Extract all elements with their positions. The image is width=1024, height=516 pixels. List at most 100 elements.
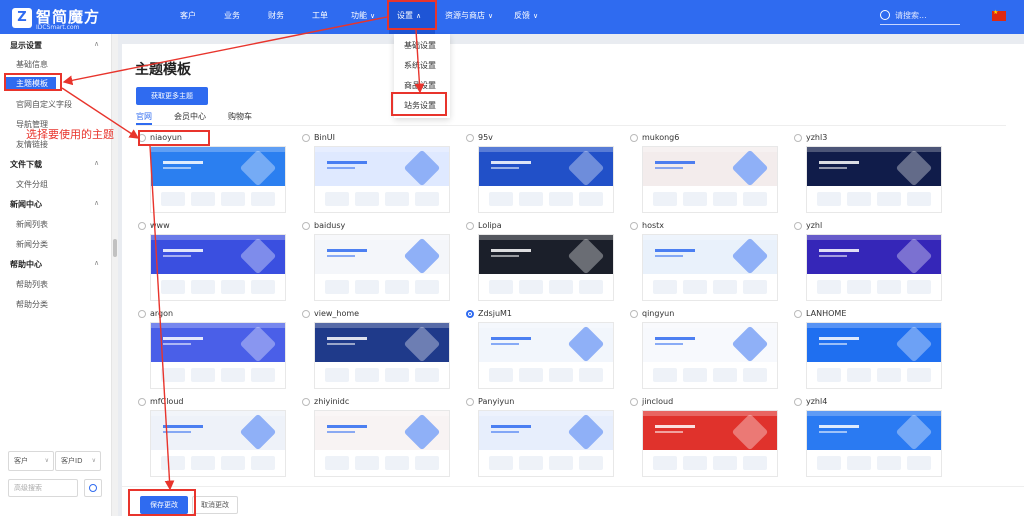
theme-thumbnail[interactable] — [314, 322, 450, 389]
nav-tickets[interactable]: 工单 — [312, 0, 328, 34]
menu-item-product-settings[interactable]: 商品设置 — [404, 80, 436, 91]
china-flag-icon[interactable] — [992, 9, 1006, 21]
theme-radio[interactable] — [794, 222, 802, 230]
theme-card[interactable]: mukong6 — [630, 133, 780, 220]
tab-member-center[interactable]: 会员中心 — [174, 111, 206, 122]
theme-card[interactable]: ZdsjuM1 — [466, 309, 616, 396]
nav-finance[interactable]: 财务 — [268, 0, 284, 34]
advanced-search-button[interactable] — [84, 479, 102, 497]
theme-card[interactable]: mfCloud — [138, 397, 288, 484]
search-input[interactable]: 请搜索... — [880, 9, 960, 25]
logo[interactable]: Z 智简魔方 IDCSmart.com — [12, 4, 112, 32]
theme-thumbnail[interactable] — [314, 410, 450, 477]
theme-thumbnail[interactable] — [642, 234, 778, 301]
theme-radio[interactable] — [466, 398, 474, 406]
theme-thumbnail[interactable] — [806, 146, 942, 213]
search-type-select[interactable]: 客户 ∨ — [8, 451, 54, 471]
sidebar-item-basic-info[interactable]: 基础信息 — [16, 59, 48, 70]
nav-features[interactable]: 功能 ∨ — [351, 0, 375, 34]
theme-card[interactable]: Lolipa — [466, 221, 616, 308]
theme-thumbnail[interactable] — [150, 234, 286, 301]
sidebar-item-custom-fields[interactable]: 官网自定义字段 — [16, 99, 72, 110]
theme-card[interactable]: 95v — [466, 133, 616, 220]
scrollbar-thumb[interactable] — [113, 239, 117, 257]
sidebar-group-news[interactable]: 新闻中心 ∧ — [10, 199, 99, 210]
theme-radio[interactable] — [466, 310, 474, 318]
theme-radio[interactable] — [794, 134, 802, 142]
cancel-changes-button[interactable]: 取消更改 — [192, 496, 238, 514]
theme-radio[interactable] — [794, 310, 802, 318]
nav-business[interactable]: 业务 — [224, 0, 240, 34]
theme-name: BinUI — [314, 133, 335, 142]
theme-thumbnail[interactable] — [478, 234, 614, 301]
theme-radio[interactable] — [466, 134, 474, 142]
theme-radio[interactable] — [630, 398, 638, 406]
theme-thumbnail[interactable] — [642, 146, 778, 213]
theme-card[interactable]: yzhl — [794, 221, 944, 308]
theme-thumbnail[interactable] — [806, 322, 942, 389]
theme-thumbnail[interactable] — [642, 322, 778, 389]
theme-thumbnail[interactable] — [150, 146, 286, 213]
theme-card[interactable]: Panyiyun — [466, 397, 616, 484]
theme-radio[interactable] — [138, 222, 146, 230]
theme-radio[interactable] — [302, 134, 310, 142]
theme-card[interactable]: LANHOME — [794, 309, 944, 396]
chevron-down-icon: ∨ — [533, 12, 539, 20]
theme-card[interactable]: argon — [138, 309, 288, 396]
sidebar-item-help-list[interactable]: 帮助列表 — [16, 279, 48, 290]
theme-radio[interactable] — [794, 398, 802, 406]
theme-radio[interactable] — [302, 222, 310, 230]
sidebar-group-display[interactable]: 显示设置 ∧ — [10, 40, 99, 51]
theme-thumbnail[interactable] — [150, 410, 286, 477]
sidebar-item-help-categories[interactable]: 帮助分类 — [16, 299, 48, 310]
theme-radio[interactable] — [466, 222, 474, 230]
theme-radio[interactable] — [302, 310, 310, 318]
sidebar-scrollbar[interactable] — [112, 34, 118, 516]
thumbnail-illustration — [239, 413, 277, 451]
nav-customers[interactable]: 客户 — [180, 0, 196, 34]
theme-card[interactable]: yzhl3 — [794, 133, 944, 220]
advanced-search-input[interactable]: 高级搜索 — [8, 479, 78, 497]
theme-card[interactable]: yzhl4 — [794, 397, 944, 484]
theme-radio[interactable] — [302, 398, 310, 406]
theme-card[interactable]: jincloud — [630, 397, 780, 484]
theme-radio[interactable] — [630, 222, 638, 230]
theme-thumbnail[interactable] — [806, 410, 942, 477]
thumbnail-content — [807, 186, 941, 212]
nav-feedback[interactable]: 反馈 ∨ — [514, 0, 538, 34]
theme-thumbnail[interactable] — [314, 234, 450, 301]
theme-thumbnail[interactable] — [642, 410, 778, 477]
sidebar-item-news-categories[interactable]: 新闻分类 — [16, 239, 48, 250]
thumbnail-block — [325, 192, 349, 206]
theme-card[interactable]: BinUI — [302, 133, 452, 220]
theme-card[interactable]: zhiyinidc — [302, 397, 452, 484]
theme-radio[interactable] — [630, 310, 638, 318]
theme-card[interactable]: niaoyun — [138, 133, 288, 220]
tab-website[interactable]: 官网 — [136, 111, 152, 122]
theme-thumbnail[interactable] — [478, 146, 614, 213]
thumbnail-hero — [479, 411, 613, 451]
get-more-themes-button[interactable]: 获取更多主题 — [136, 87, 208, 105]
theme-card[interactable]: view_home — [302, 309, 452, 396]
theme-card[interactable]: baidusy — [302, 221, 452, 308]
sidebar-group-downloads[interactable]: 文件下载 ∧ — [10, 159, 99, 170]
theme-card[interactable]: qingyun — [630, 309, 780, 396]
search-field-select[interactable]: 客户ID ∨ — [55, 451, 101, 471]
theme-radio[interactable] — [630, 134, 638, 142]
theme-thumbnail[interactable] — [150, 322, 286, 389]
menu-item-system-settings[interactable]: 系统设置 — [404, 60, 436, 71]
tab-cart[interactable]: 购物车 — [228, 111, 252, 122]
menu-item-basic-settings[interactable]: 基础设置 — [404, 40, 436, 51]
theme-radio[interactable] — [138, 398, 146, 406]
sidebar-item-file-groups[interactable]: 文件分组 — [16, 179, 48, 190]
sidebar-item-news-list[interactable]: 新闻列表 — [16, 219, 48, 230]
theme-card[interactable]: www — [138, 221, 288, 308]
theme-thumbnail[interactable] — [314, 146, 450, 213]
theme-radio[interactable] — [138, 310, 146, 318]
theme-thumbnail[interactable] — [806, 234, 942, 301]
nav-resources-store[interactable]: 资源与商店 ∨ — [445, 0, 493, 34]
theme-card[interactable]: hostx — [630, 221, 780, 308]
theme-thumbnail[interactable] — [478, 410, 614, 477]
theme-thumbnail[interactable] — [478, 322, 614, 389]
sidebar-group-help[interactable]: 帮助中心 ∧ — [10, 259, 99, 270]
